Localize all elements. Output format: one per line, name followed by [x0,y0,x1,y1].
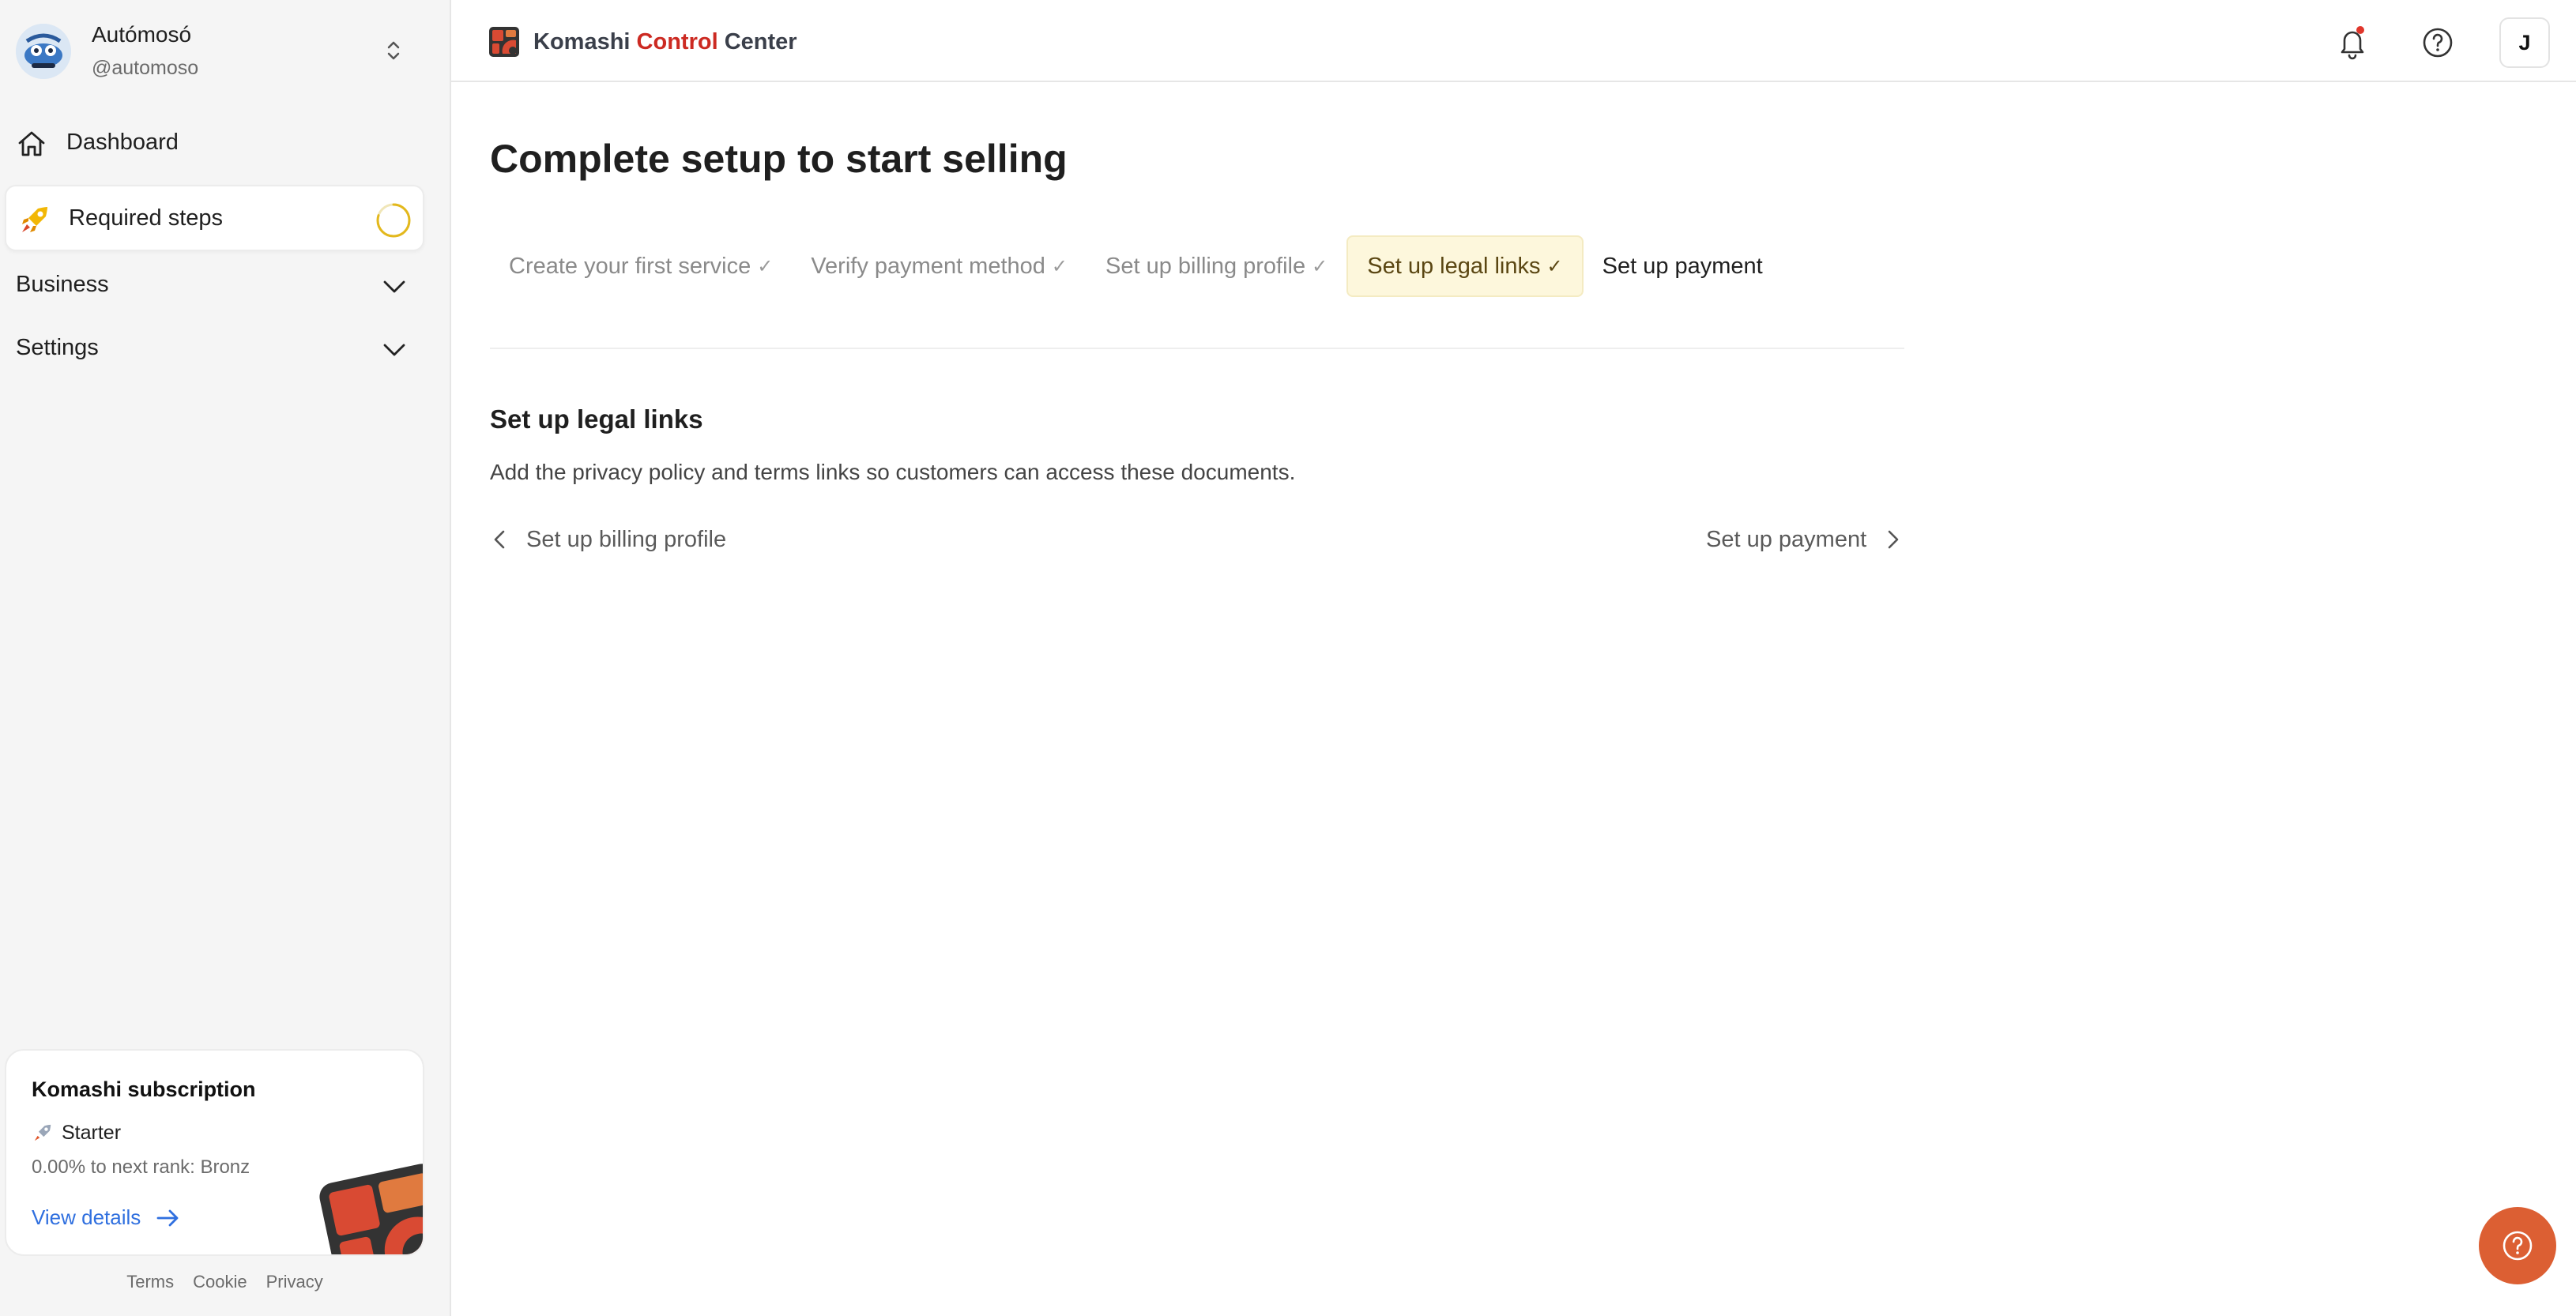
question-circle-icon [2423,28,2453,58]
progress-ring-icon [376,203,411,238]
sidebar-section-label: Business [16,272,109,297]
subscription-plan: Starter [62,1122,122,1144]
view-details-link[interactable]: View details [32,1205,182,1230]
check-icon: ✓ [1546,255,1563,277]
subscription-title: Komashi subscription [32,1077,256,1101]
top-header: Komashi Control Center J [451,0,2576,82]
account-avatar [16,24,71,79]
previous-step-label: Set up billing profile [526,526,727,552]
subscription-rank: 0.00% to next rank: Bronz [32,1156,250,1178]
question-circle-icon [2503,1231,2533,1261]
sidebar-section-settings[interactable]: Settings [0,318,450,381]
section-description: Add the privacy policy and terms links s… [490,460,1296,484]
terms-link[interactable]: Terms [126,1272,174,1295]
cookie-link[interactable]: Cookie [193,1272,247,1295]
help-button[interactable] [2414,19,2461,66]
komashi-logo-icon [489,27,519,57]
account-handle: @automoso [92,57,199,79]
user-avatar-button[interactable]: J [2499,17,2550,68]
view-details-label: View details [32,1205,141,1229]
chevron-down-icon [383,344,405,356]
divider [490,348,1904,349]
check-icon: ✓ [1051,255,1068,277]
brand-title: Komashi Control Center [533,28,797,55]
app-root: Autómosó @automoso Dashboard Required st… [0,0,2576,1316]
sidebar-section-label: Settings [16,335,99,360]
komashi-logo-decoration [319,1164,423,1254]
home-icon [18,131,45,156]
step-setup-payment[interactable]: Set up payment [1584,235,1782,297]
sidebar-item-label: Dashboard [66,130,179,155]
sidebar: Autómosó @automoso Dashboard Required st… [0,0,451,1316]
privacy-link[interactable]: Privacy [266,1272,323,1295]
step-create-service[interactable]: Create your first service ✓ [490,235,792,297]
sidebar-item-label: Required steps [69,205,224,231]
arrow-right-icon [156,1209,179,1226]
support-fab-button[interactable] [2479,1207,2556,1284]
notifications-button[interactable] [2329,19,2376,66]
check-icon: ✓ [757,255,774,277]
chevron-up-down-icon [387,41,400,60]
chevron-right-icon [1888,530,1899,549]
page-title: Complete setup to start selling [490,137,1068,181]
check-icon: ✓ [1312,255,1328,277]
subscription-card: Komashi subscription Starter 0.00% to ne… [5,1049,424,1256]
rocket-icon [22,207,47,232]
previous-step-button[interactable]: Set up billing profile [490,526,726,553]
step-billing-profile[interactable]: Set up billing profile ✓ [1087,235,1346,297]
bell-icon [2341,26,2364,60]
account-switcher[interactable]: Autómosó @automoso [0,0,450,103]
brand[interactable]: Komashi Control Center [489,27,797,57]
section-title: Set up legal links [490,404,703,434]
sidebar-item-required-steps[interactable]: Required steps [5,185,424,251]
chevron-down-icon [383,280,405,293]
step-verify-payment-method[interactable]: Verify payment method ✓ [792,235,1087,297]
main-content: Complete setup to start selling Create y… [451,82,2576,1316]
step-legal-links[interactable]: Set up legal links ✓ [1346,235,1584,297]
setup-stepper: Create your first service ✓ Verify paymen… [490,234,1782,299]
sidebar-section-business[interactable]: Business [0,254,450,318]
chevron-left-icon [494,530,505,549]
account-name: Autómosó [92,22,192,47]
rocket-icon [34,1124,51,1141]
sidebar-footer-links: Terms Cookie Privacy [0,1272,450,1295]
sidebar-item-dashboard[interactable]: Dashboard [0,111,450,177]
next-step-label: Set up payment [1706,526,1867,552]
next-step-button[interactable]: Set up payment [1706,526,1903,553]
